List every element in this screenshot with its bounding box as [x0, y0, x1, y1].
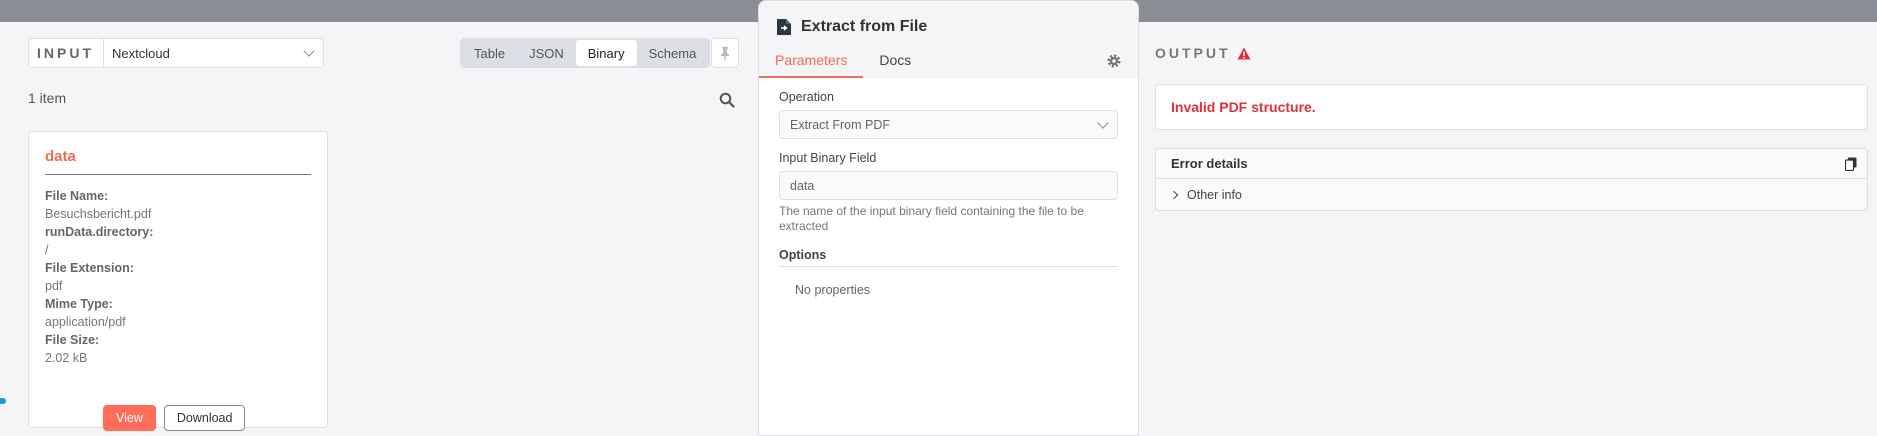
- file-size-value: 2.02 kB: [45, 351, 88, 365]
- binary-field-hint: The name of the input binary field conta…: [779, 204, 1084, 233]
- tab-binary[interactable]: Binary: [575, 40, 637, 66]
- input-node-select[interactable]: Nextcloud: [103, 38, 324, 68]
- input-node-select-value: Nextcloud: [112, 45, 170, 61]
- copy-icon[interactable]: [1845, 157, 1857, 171]
- gear-icon[interactable]: [1106, 53, 1122, 69]
- file-name-value: Besuchsbericht.pdf: [45, 207, 152, 221]
- view-button[interactable]: View: [103, 405, 156, 431]
- mime-type-label: Mime Type:: [45, 297, 113, 311]
- connector-handle[interactable]: [0, 398, 6, 404]
- no-properties-text: No properties: [795, 283, 871, 297]
- binary-field-label: Input Binary Field: [779, 151, 877, 165]
- tab-json[interactable]: JSON: [517, 40, 576, 66]
- operation-label: Operation: [779, 90, 834, 104]
- error-details-box: Error details Other info: [1155, 148, 1868, 211]
- file-name-label: File Name:: [45, 189, 109, 203]
- node-tabs: Parameters Docs: [759, 48, 927, 78]
- node-title: Extract from File: [801, 18, 928, 35]
- chevron-down-icon: [1097, 116, 1109, 129]
- extract-file-icon: [777, 19, 791, 35]
- error-details-title: Error details: [1171, 156, 1248, 171]
- node-body: Operation Extract From PDF Input Binary …: [759, 78, 1138, 309]
- binary-field-input[interactable]: data: [779, 171, 1118, 200]
- chevron-down-icon: [303, 45, 315, 57]
- error-details-header: Error details: [1156, 149, 1867, 179]
- input-header: INPUT Nextcloud: [28, 38, 324, 68]
- operation-select[interactable]: Extract From PDF: [779, 110, 1118, 139]
- file-extension-label: File Extension:: [45, 261, 134, 275]
- output-title-text: OUTPUT: [1155, 45, 1231, 61]
- card-actions: View Download: [103, 405, 246, 431]
- error-message: Invalid PDF structure.: [1171, 99, 1316, 115]
- directory-value: /: [45, 243, 49, 257]
- file-size-label: File Size:: [45, 333, 100, 347]
- tab-parameters[interactable]: Parameters: [759, 48, 864, 78]
- node-parameters-panel: Extract from File Parameters Docs Operat…: [758, 0, 1139, 436]
- input-panel: INPUT Nextcloud Table JSON Binary Schema…: [0, 22, 760, 436]
- view-mode-tabs: Table JSON Binary Schema: [460, 38, 711, 68]
- directory-label: runData.directory:: [45, 225, 154, 239]
- options-title: Options: [779, 248, 1118, 267]
- file-extension-value: pdf: [45, 279, 63, 293]
- chevron-right-icon: [1169, 190, 1179, 199]
- error-message-box: Invalid PDF structure.: [1155, 84, 1868, 130]
- tab-schema[interactable]: Schema: [637, 40, 709, 66]
- tab-table[interactable]: Table: [462, 40, 517, 66]
- other-info-label: Other info: [1187, 187, 1242, 202]
- binary-data-card: data File Name: Besuchsbericht.pdf runDa…: [28, 131, 328, 431]
- output-title: OUTPUT: [1155, 45, 1251, 61]
- binary-metadata: File Name: Besuchsbericht.pdf runData.di…: [45, 187, 311, 367]
- warning-icon: [1237, 47, 1251, 59]
- other-info-toggle[interactable]: Other info: [1156, 179, 1867, 210]
- item-count: 1 item: [28, 90, 67, 106]
- download-button[interactable]: Download: [163, 405, 246, 431]
- node-header: Extract from File Parameters Docs: [759, 1, 1138, 78]
- binary-card-title: data: [45, 148, 311, 175]
- input-title: INPUT: [28, 38, 103, 68]
- search-icon[interactable]: [719, 92, 735, 108]
- operation-select-value: Extract From PDF: [790, 117, 891, 132]
- tab-docs[interactable]: Docs: [863, 48, 927, 78]
- pin-icon: [721, 47, 729, 60]
- pin-data-button[interactable]: [711, 38, 739, 68]
- binary-field-value: data: [790, 178, 815, 193]
- mime-type-value: application/pdf: [45, 315, 126, 329]
- output-panel: OUTPUT Invalid PDF structure. Error deta…: [1139, 22, 1877, 436]
